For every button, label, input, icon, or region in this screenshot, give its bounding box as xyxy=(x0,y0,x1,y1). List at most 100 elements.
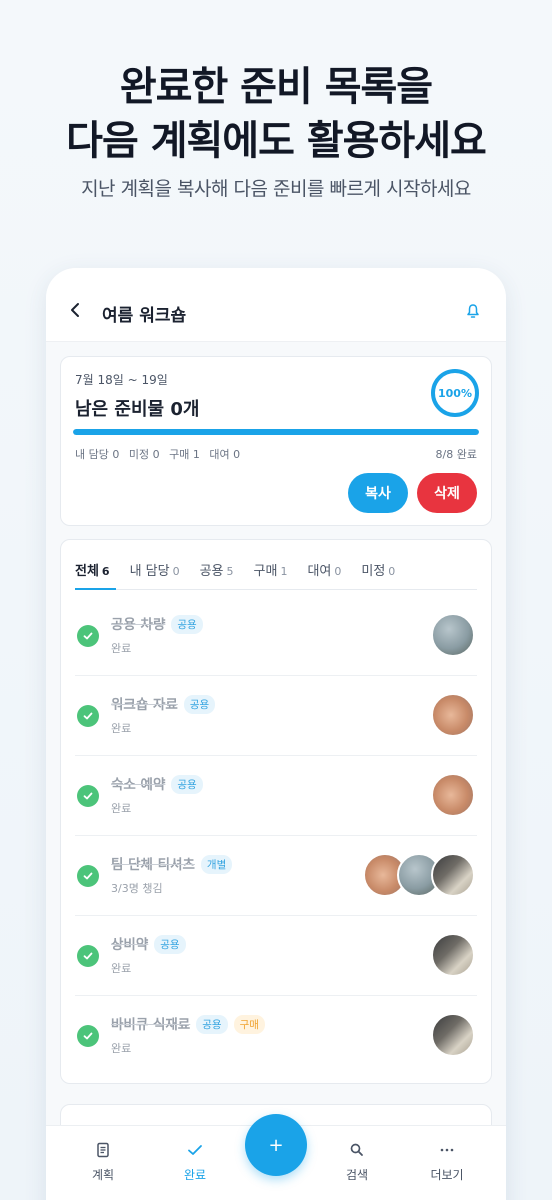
hero-title-line2: 다음 계획에도 활용하세요 xyxy=(66,118,487,164)
tag-badge-buy: 구매 xyxy=(233,1015,265,1034)
tag-badge: 개별 xyxy=(200,855,233,874)
date-range: 7월 18일 ~ 19일 xyxy=(75,373,168,387)
tab-all[interactable]: 전체 6 xyxy=(75,554,116,590)
remaining-count: 0 xyxy=(170,399,183,420)
tab-rent[interactable]: 대여 0 xyxy=(307,554,347,590)
stat-rent: 대여 0 xyxy=(209,448,241,461)
nav-search[interactable]: 검색 xyxy=(322,1140,392,1183)
item-name: 상비약 공용 xyxy=(111,933,186,954)
item-status: 완료 xyxy=(111,1042,132,1055)
tag-badge: 공용 xyxy=(171,775,203,794)
done-count: 8/8 완료 xyxy=(435,448,477,461)
assignee-avatars xyxy=(431,773,475,817)
tab-label: 내 담당 xyxy=(129,564,170,579)
avatar xyxy=(431,773,475,817)
tab-count: 0 xyxy=(388,565,396,578)
item-name: 워크숍 자료 공용 xyxy=(111,693,216,714)
checkmark-icon[interactable] xyxy=(77,625,99,647)
hero-title: 완료한 준비 목록을 다음 계획에도 활용하세요 xyxy=(0,60,552,168)
assignee-avatars xyxy=(363,853,475,897)
item-name-text: 워크숍 자료 xyxy=(111,697,178,713)
checkmark-icon[interactable] xyxy=(77,785,99,807)
item-name: 공용 차량 공용 xyxy=(111,613,203,634)
item-name-text: 공용 차량 xyxy=(111,617,166,633)
phone-frame: 여름 워크숍 7월 18일 ~ 19일 남은 준비물 0개 100% 내 담당 … xyxy=(46,268,506,1200)
tab-count: 6 xyxy=(101,565,110,578)
tab-label: 공용 xyxy=(199,564,224,579)
remaining-label: 남은 준비물 xyxy=(75,399,165,420)
hero-subtitle: 지난 계획을 복사해 다음 준비를 빠르게 시작하세요 xyxy=(81,178,471,200)
item-name-text: 숙소 예약 xyxy=(111,777,166,793)
assignee-avatars xyxy=(431,693,475,737)
checkmark-icon[interactable] xyxy=(77,865,99,887)
avatar xyxy=(431,933,475,977)
progress-bar-fill xyxy=(73,429,479,435)
nav-plan[interactable]: 계획 xyxy=(68,1140,138,1183)
remaining-unit: 개 xyxy=(182,399,200,420)
hero-title-line1: 완료한 준비 목록을 xyxy=(119,64,433,110)
item-name: 숙소 예약 공용 xyxy=(111,773,203,794)
avatar xyxy=(431,693,475,737)
item-name: 바비큐 식재료 공용 구매 xyxy=(111,1013,265,1034)
item-name-text: 상비약 xyxy=(111,937,149,953)
list-item[interactable]: 상비약 공용 완료 xyxy=(75,916,477,996)
tab-shared[interactable]: 공용 5 xyxy=(200,554,240,590)
app-bar: 여름 워크숍 xyxy=(46,268,506,342)
more-dots-icon xyxy=(412,1140,482,1160)
add-button[interactable]: + xyxy=(245,1114,307,1176)
assignee-avatars xyxy=(431,1013,475,1057)
item-list: 공용 차량 공용 완료 워크숍 자료 공용 완료 숙소 예약 공용 완료 팀 단체 티… xyxy=(75,596,477,1076)
copy-button[interactable]: 복사 xyxy=(348,473,408,513)
nav-more[interactable]: 더보기 xyxy=(412,1140,482,1183)
item-status: 완료 xyxy=(111,962,132,975)
list-item[interactable]: 숙소 예약 공용 완료 xyxy=(75,756,477,836)
back-arrow-icon[interactable] xyxy=(68,302,82,318)
nav-search-label: 검색 xyxy=(345,1168,369,1182)
progress-bar xyxy=(73,429,479,435)
checkmark-icon[interactable] xyxy=(77,1025,99,1047)
nav-done-label: 완료 xyxy=(183,1168,207,1182)
tag-badge: 공용 xyxy=(154,935,186,954)
stat-undecided: 미정 0 xyxy=(128,448,160,461)
checklist-card: 전체 6 내 담당 0 공용 5 구매 1 대여 0 미정 0 공용 차량 공용 완료 워크숍… xyxy=(60,539,492,1084)
tag-badge: 공용 xyxy=(183,695,216,714)
bell-icon[interactable] xyxy=(466,303,480,319)
list-item[interactable]: 공용 차량 공용 완료 xyxy=(75,596,477,676)
item-name-text: 팀 단체 티셔츠 xyxy=(111,857,195,873)
summary-card: 7월 18일 ~ 19일 남은 준비물 0개 100% 내 담당 0 미정 0 … xyxy=(60,356,492,526)
page-title: 여름 워크숍 xyxy=(102,306,187,326)
tab-count: 0 xyxy=(172,565,180,578)
item-status: 완료 xyxy=(111,722,132,735)
list-item[interactable]: 바비큐 식재료 공용 구매 완료 xyxy=(75,996,477,1076)
avatar xyxy=(431,853,475,897)
item-status: 완료 xyxy=(111,642,132,655)
avatar xyxy=(431,613,475,657)
progress-ring: 100% xyxy=(431,369,479,417)
delete-button[interactable]: 삭제 xyxy=(417,473,477,513)
tab-label: 미정 xyxy=(361,564,386,579)
nav-plan-label: 계획 xyxy=(91,1168,115,1182)
stat-mine: 내 담당 0 xyxy=(75,448,120,461)
tag-badge: 공용 xyxy=(171,615,203,634)
tab-undecided[interactable]: 미정 0 xyxy=(361,554,401,590)
item-status: 3/3명 챙김 xyxy=(111,882,163,895)
checkmark-icon[interactable] xyxy=(77,945,99,967)
filter-tabs: 전체 6 내 담당 0 공용 5 구매 1 대여 0 미정 0 xyxy=(75,554,477,590)
assignee-avatars xyxy=(431,933,475,977)
checkmark-icon[interactable] xyxy=(77,705,99,727)
item-name-text: 바비큐 식재료 xyxy=(111,1017,191,1033)
tab-label: 구매 xyxy=(253,564,278,579)
tab-count: 5 xyxy=(226,565,234,578)
list-item[interactable]: 워크숍 자료 공용 완료 xyxy=(75,676,477,756)
tab-count: 1 xyxy=(280,565,288,578)
document-icon xyxy=(68,1140,138,1160)
tab-mine[interactable]: 내 담당 0 xyxy=(130,554,186,590)
tag-badge: 공용 xyxy=(196,1015,228,1034)
nav-done[interactable]: 완료 xyxy=(160,1140,230,1183)
assignee-avatars xyxy=(431,613,475,657)
tab-buy[interactable]: 구매 1 xyxy=(254,554,294,590)
list-item[interactable]: 팀 단체 티셔츠 개별 3/3명 챙김 xyxy=(75,836,477,916)
nav-more-label: 더보기 xyxy=(430,1168,464,1182)
tab-count: 0 xyxy=(334,565,342,578)
tab-label: 대여 xyxy=(307,564,332,579)
